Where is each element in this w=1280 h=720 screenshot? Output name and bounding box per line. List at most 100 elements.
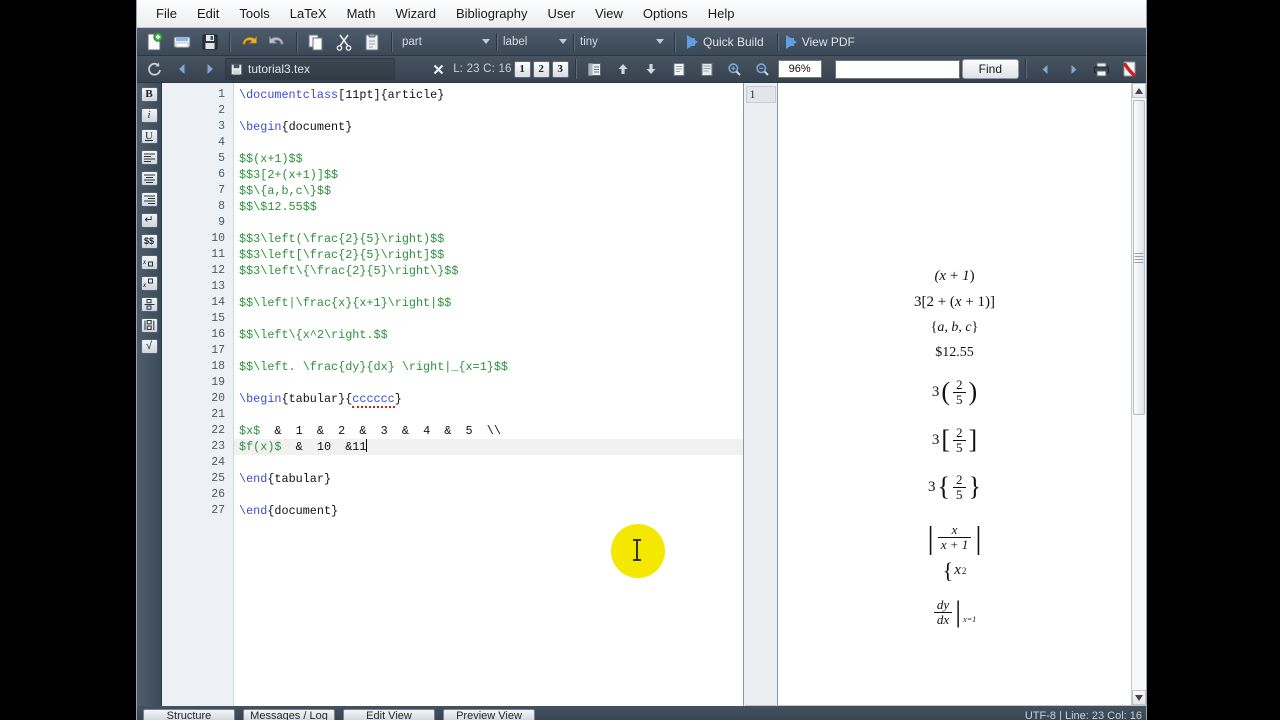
code-line[interactable] bbox=[234, 455, 743, 471]
code-area[interactable]: \documentclass[11pt]{article} \begin{doc… bbox=[234, 83, 743, 705]
scroll-down-icon[interactable] bbox=[1132, 690, 1146, 705]
open-document-selector[interactable]: tutorial3.tex bbox=[225, 58, 395, 80]
page-up-icon[interactable] bbox=[610, 57, 636, 81]
align-right-icon[interactable] bbox=[138, 190, 161, 209]
code-line[interactable]: $$3\left[\frac{2}{5}\right]$$ bbox=[234, 247, 743, 263]
bookmark-2-button[interactable]: 2 bbox=[532, 60, 550, 78]
code-line[interactable]: $$3\left(\frac{2}{5}\right)$$ bbox=[234, 231, 743, 247]
align-left-icon[interactable] bbox=[138, 148, 161, 167]
zoom-in-icon[interactable] bbox=[722, 57, 748, 81]
code-line[interactable] bbox=[234, 279, 743, 295]
code-line[interactable]: $x$ & 1 & 2 & 3 & 4 & 5 \\ bbox=[234, 423, 743, 439]
menu-options[interactable]: Options bbox=[634, 2, 697, 25]
code-line[interactable]: $$\left\{x^2\right.$$ bbox=[234, 327, 743, 343]
code-line[interactable]: $$(x+1)$$ bbox=[234, 151, 743, 167]
find-button[interactable]: Find bbox=[961, 59, 1019, 79]
code-line[interactable]: $$3\left\{\frac{2}{5}\right\}$$ bbox=[234, 263, 743, 279]
bookmark-1-button[interactable]: 1 bbox=[513, 60, 531, 78]
menu-file[interactable]: File bbox=[147, 2, 186, 25]
menu-edit[interactable]: Edit bbox=[188, 2, 228, 25]
pdf-export-icon[interactable] bbox=[1116, 57, 1142, 81]
pdf-thumbnail-list[interactable]: 1 bbox=[744, 83, 778, 705]
sqrt-icon[interactable]: √ bbox=[138, 337, 161, 356]
zoom-out-icon[interactable] bbox=[750, 57, 776, 81]
menu-help[interactable]: Help bbox=[699, 2, 744, 25]
underline-icon[interactable]: U bbox=[138, 127, 161, 146]
nav-forward-icon[interactable] bbox=[197, 57, 223, 81]
save-document-icon[interactable] bbox=[197, 30, 223, 54]
code-line[interactable] bbox=[234, 407, 743, 423]
status-edit-view-button[interactable]: Edit View bbox=[343, 708, 435, 720]
code-line[interactable]: $f(x)$ & 10 &11 bbox=[234, 439, 743, 455]
math-mode-icon[interactable]: $$ bbox=[138, 232, 161, 251]
view-pdf-button[interactable]: View PDF bbox=[780, 30, 866, 54]
pdf-vertical-scrollbar[interactable] bbox=[1131, 83, 1146, 705]
code-line[interactable] bbox=[234, 375, 743, 391]
copy-icon[interactable] bbox=[303, 30, 329, 54]
code-line[interactable]: $$\$12.55$$ bbox=[234, 199, 743, 215]
toggle-sidebar-icon[interactable] bbox=[582, 57, 608, 81]
find-input[interactable] bbox=[834, 59, 960, 79]
code-line[interactable]: \end{document} bbox=[234, 503, 743, 519]
fit-width-icon[interactable] bbox=[694, 57, 720, 81]
close-document-icon[interactable] bbox=[425, 57, 451, 81]
open-document-icon[interactable] bbox=[169, 30, 195, 54]
find-previous-icon[interactable] bbox=[1032, 57, 1058, 81]
code-line[interactable] bbox=[234, 135, 743, 151]
structure-combo[interactable]: part bbox=[398, 32, 494, 52]
nav-back-icon[interactable] bbox=[169, 57, 195, 81]
status-structure-button[interactable]: Structure bbox=[143, 708, 235, 720]
menu-bibliography[interactable]: Bibliography bbox=[447, 2, 537, 25]
code-line[interactable]: $$\left|\frac{x}{x+1}\right|$$ bbox=[234, 295, 743, 311]
menu-user[interactable]: User bbox=[539, 2, 584, 25]
pdf-scroll-track[interactable] bbox=[1132, 98, 1146, 690]
code-line[interactable] bbox=[234, 311, 743, 327]
redo-icon[interactable] bbox=[264, 30, 290, 54]
cut-icon[interactable] bbox=[331, 30, 357, 54]
fontsize-combo[interactable]: tiny bbox=[576, 32, 668, 52]
italic-icon[interactable]: i bbox=[138, 106, 161, 125]
code-line[interactable]: $$\left. \frac{dy}{dx} \right|_{x=1}$$ bbox=[234, 359, 743, 375]
status-messages-button[interactable]: Messages / Log bbox=[243, 708, 335, 720]
print-icon[interactable] bbox=[1088, 57, 1114, 81]
code-line[interactable] bbox=[234, 487, 743, 503]
quick-build-button[interactable]: Quick Build bbox=[681, 30, 775, 54]
code-line[interactable]: \end{tabular} bbox=[234, 471, 743, 487]
menu-latex[interactable]: LaTeX bbox=[281, 2, 336, 25]
status-preview-view-button[interactable]: Preview View bbox=[443, 708, 535, 720]
superscript-icon[interactable]: x bbox=[138, 274, 161, 293]
align-center-icon[interactable] bbox=[138, 169, 161, 188]
code-line[interactable] bbox=[234, 343, 743, 359]
scroll-up-icon[interactable] bbox=[1132, 83, 1146, 98]
menu-wizard[interactable]: Wizard bbox=[387, 2, 445, 25]
binomial-icon[interactable] bbox=[138, 316, 161, 335]
menu-view[interactable]: View bbox=[586, 2, 632, 25]
code-line[interactable] bbox=[234, 103, 743, 119]
code-line[interactable]: \begin{tabular}{cccccc} bbox=[234, 391, 743, 408]
code-editor[interactable]: 1 2 3 4 5 6 7 8 9 10 11 12 13 14 15 16 17 18 19 20 21 22 23 24 2… bbox=[162, 83, 744, 705]
subscript-icon[interactable]: x bbox=[138, 253, 161, 272]
menu-tools[interactable]: Tools bbox=[230, 2, 278, 25]
pdf-thumbnail-page-1[interactable]: 1 bbox=[745, 86, 776, 103]
page-down-icon[interactable] bbox=[638, 57, 664, 81]
code-line[interactable]: \begin{document} bbox=[234, 119, 743, 135]
fit-page-icon[interactable] bbox=[666, 57, 692, 81]
paste-icon[interactable] bbox=[359, 30, 385, 54]
zoom-level-value[interactable]: 96% bbox=[777, 60, 822, 78]
code-line[interactable] bbox=[234, 215, 743, 231]
pdf-scroll-thumb[interactable] bbox=[1133, 100, 1145, 415]
code-line[interactable]: $$3[2+(x+1)]$$ bbox=[234, 167, 743, 183]
bookmark-3-button[interactable]: 3 bbox=[551, 60, 569, 78]
pdf-preview-panel[interactable]: 1 (x + 1) 3[2 + (x + 1)] {a, b, c} $12.5… bbox=[744, 83, 1146, 705]
fraction-icon[interactable] bbox=[138, 295, 161, 314]
label-combo[interactable]: label bbox=[499, 32, 571, 52]
code-line[interactable]: $$\{a,b,c\}$$ bbox=[234, 183, 743, 199]
refresh-icon[interactable] bbox=[141, 57, 167, 81]
menu-math[interactable]: Math bbox=[338, 2, 385, 25]
new-document-icon[interactable] bbox=[141, 30, 167, 54]
bold-icon[interactable]: B bbox=[138, 85, 161, 104]
code-line[interactable]: \documentclass[11pt]{article} bbox=[234, 87, 743, 103]
newline-icon[interactable]: ↵ bbox=[138, 211, 161, 230]
find-next-icon[interactable] bbox=[1060, 57, 1086, 81]
undo-icon[interactable] bbox=[236, 30, 262, 54]
